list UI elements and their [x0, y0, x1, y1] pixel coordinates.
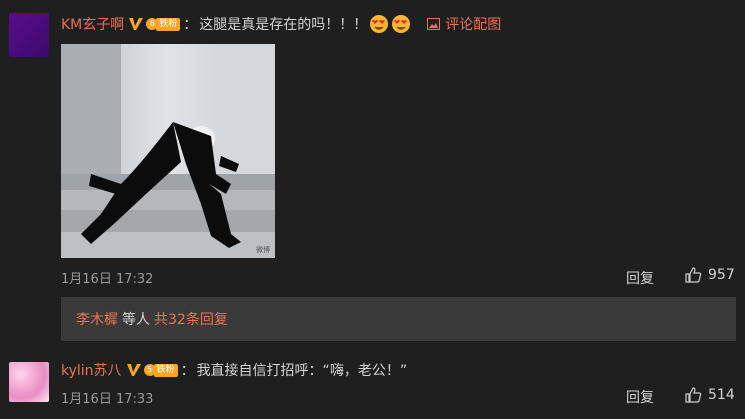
comment-time: 1月16日 17:33 [61, 392, 154, 407]
comment-photo[interactable]: 微博 [61, 44, 275, 258]
heart-eyes-emoji-icon [392, 15, 411, 33]
comment-picture-link[interactable]: 评论配图 [427, 14, 501, 34]
fan-label: 铁粉 [153, 363, 178, 377]
fan-badge[interactable]: 5 铁粉 [143, 363, 178, 377]
username-link[interactable]: KM玄子啊 [61, 14, 124, 34]
avatar[interactable] [9, 13, 49, 57]
reply-button[interactable]: 回复 [626, 387, 654, 407]
colon: ： [183, 17, 198, 33]
reply-button[interactable]: 回复 [626, 268, 654, 288]
thumbs-up-icon [685, 267, 702, 283]
comment-text: 我直接自信打招呼：“嗨，老公！” [196, 363, 408, 379]
like-count: 957 [708, 267, 735, 283]
sub-reply-user[interactable]: 李木樨 [76, 309, 118, 329]
vip-v-icon [126, 364, 141, 376]
fan-label: 铁粉 [156, 17, 181, 31]
comment-text: 这腿是真是存在的吗！！！ [199, 17, 368, 33]
comment-time: 1月16日 17:32 [61, 272, 154, 287]
thumbs-up-icon [685, 387, 702, 403]
photo-image: 微博 [61, 44, 275, 258]
comment-header: kylin苏八 5 铁粉 ： 我直接自信打招呼：“嗨，老公！” [61, 359, 407, 381]
like-button[interactable]: 514 [684, 386, 735, 404]
like-button[interactable]: 957 [684, 266, 735, 284]
comment-picture-label: 评论配图 [445, 17, 502, 33]
colon: ： [180, 363, 195, 379]
sub-reply-middle: 等人 [122, 312, 150, 328]
heart-eyes-emoji-icon [370, 15, 389, 33]
avatar[interactable] [9, 362, 49, 402]
like-count: 514 [708, 387, 735, 403]
image-icon [427, 18, 441, 30]
username-link[interactable]: kylin苏八 [61, 360, 122, 380]
comment-header: KM玄子啊 6 铁粉 ： 这腿是真是存在的吗！！！ 评论配图 [61, 13, 501, 35]
sub-replies-bar[interactable]: 李木樨 等人 共32条回复 [61, 297, 736, 341]
watermark-text: 微博 [256, 245, 270, 254]
sub-reply-count-link[interactable]: 共32条回复 [154, 309, 228, 329]
fan-badge[interactable]: 6 铁粉 [146, 17, 181, 31]
vip-v-icon [129, 18, 144, 30]
